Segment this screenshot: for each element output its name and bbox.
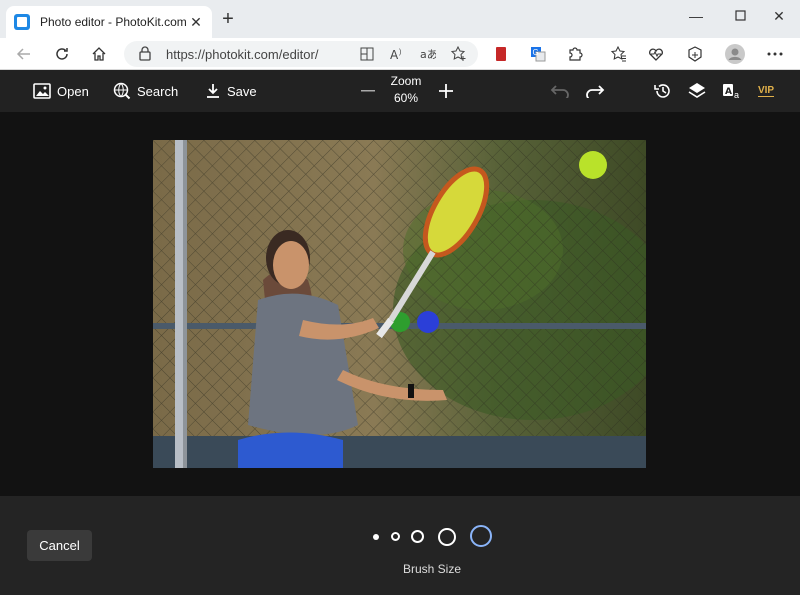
- collections-icon[interactable]: [684, 43, 706, 65]
- cancel-button[interactable]: Cancel: [27, 530, 92, 561]
- zoom-value: 60%: [393, 91, 419, 105]
- editor-toolbar: Open Search Save Zoom 60% Aa VIP: [0, 70, 800, 112]
- zoom-out-icon[interactable]: [356, 79, 380, 103]
- close-tab-icon[interactable]: ✕: [188, 14, 204, 31]
- svg-text:aあ: aあ: [420, 48, 436, 61]
- more-icon[interactable]: [764, 43, 786, 65]
- open-label: Open: [57, 83, 89, 99]
- profile-icon[interactable]: [724, 43, 746, 65]
- brush-panel: Cancel Brush Size: [0, 496, 800, 595]
- search-label: Search: [137, 83, 179, 99]
- favorite-add-icon[interactable]: [448, 43, 470, 65]
- zoom-in-icon[interactable]: [434, 79, 458, 103]
- globe-search-icon: [113, 82, 131, 100]
- browser-tab-bar: Photo editor - PhotoKit.com ✕ + — ✕: [0, 0, 800, 38]
- vip-badge-icon[interactable]: VIP: [754, 79, 778, 103]
- lock-icon[interactable]: [138, 46, 152, 66]
- tab-title: Photo editor - PhotoKit.com: [40, 15, 187, 29]
- browser-tab[interactable]: Photo editor - PhotoKit.com ✕: [6, 6, 212, 38]
- brush-size-5-selected[interactable]: [470, 525, 492, 547]
- extension-icon[interactable]: [564, 43, 586, 65]
- brush-size-2[interactable]: [391, 532, 400, 541]
- new-tab-icon[interactable]: +: [218, 9, 238, 29]
- split-screen-icon[interactable]: [356, 43, 378, 65]
- undo-icon[interactable]: [548, 79, 572, 103]
- back-icon[interactable]: [12, 42, 36, 66]
- refresh-icon[interactable]: [50, 42, 74, 66]
- editor-canvas[interactable]: [0, 112, 800, 496]
- svg-text:A: A: [390, 48, 399, 61]
- translate-extension-icon[interactable]: G: [527, 43, 549, 65]
- brush-size-4[interactable]: [438, 528, 456, 546]
- bookmark-extension-icon[interactable]: [490, 43, 512, 65]
- health-icon[interactable]: [645, 43, 667, 65]
- maximize-icon[interactable]: [728, 8, 752, 24]
- open-button[interactable]: Open: [33, 70, 89, 112]
- minimize-icon[interactable]: —: [684, 8, 708, 24]
- history-icon[interactable]: [651, 79, 675, 103]
- redo-icon[interactable]: [583, 79, 607, 103]
- brush-size-1[interactable]: [373, 534, 379, 540]
- vip-label: VIP: [757, 85, 775, 97]
- svg-text:a: a: [734, 90, 739, 100]
- brush-size-label: Brush Size: [402, 562, 462, 576]
- image-icon: [33, 83, 51, 99]
- close-window-icon[interactable]: ✕: [767, 8, 791, 25]
- search-button[interactable]: Search: [113, 70, 178, 112]
- read-aloud-icon[interactable]: A): [387, 43, 409, 65]
- translate-language-icon[interactable]: Aa: [720, 79, 744, 103]
- translate-icon[interactable]: aあ: [417, 43, 439, 65]
- address-bar-row: https://photokit.com/editor/ A) aあ G: [0, 38, 800, 70]
- home-icon[interactable]: [87, 42, 111, 66]
- layers-icon[interactable]: [685, 79, 709, 103]
- favorites-icon[interactable]: [608, 43, 630, 65]
- zoom-label: Zoom: [390, 74, 422, 88]
- save-label: Save: [227, 83, 257, 99]
- save-button[interactable]: Save: [205, 70, 257, 112]
- svg-text:A: A: [725, 87, 732, 97]
- svg-text:): ): [399, 49, 401, 56]
- url-text: https://photokit.com/editor/: [166, 47, 319, 62]
- site-favicon-icon: [14, 14, 30, 30]
- download-icon: [207, 84, 219, 98]
- photo-image[interactable]: [153, 140, 646, 468]
- svg-text:G: G: [533, 48, 539, 57]
- brush-size-3[interactable]: [411, 530, 424, 543]
